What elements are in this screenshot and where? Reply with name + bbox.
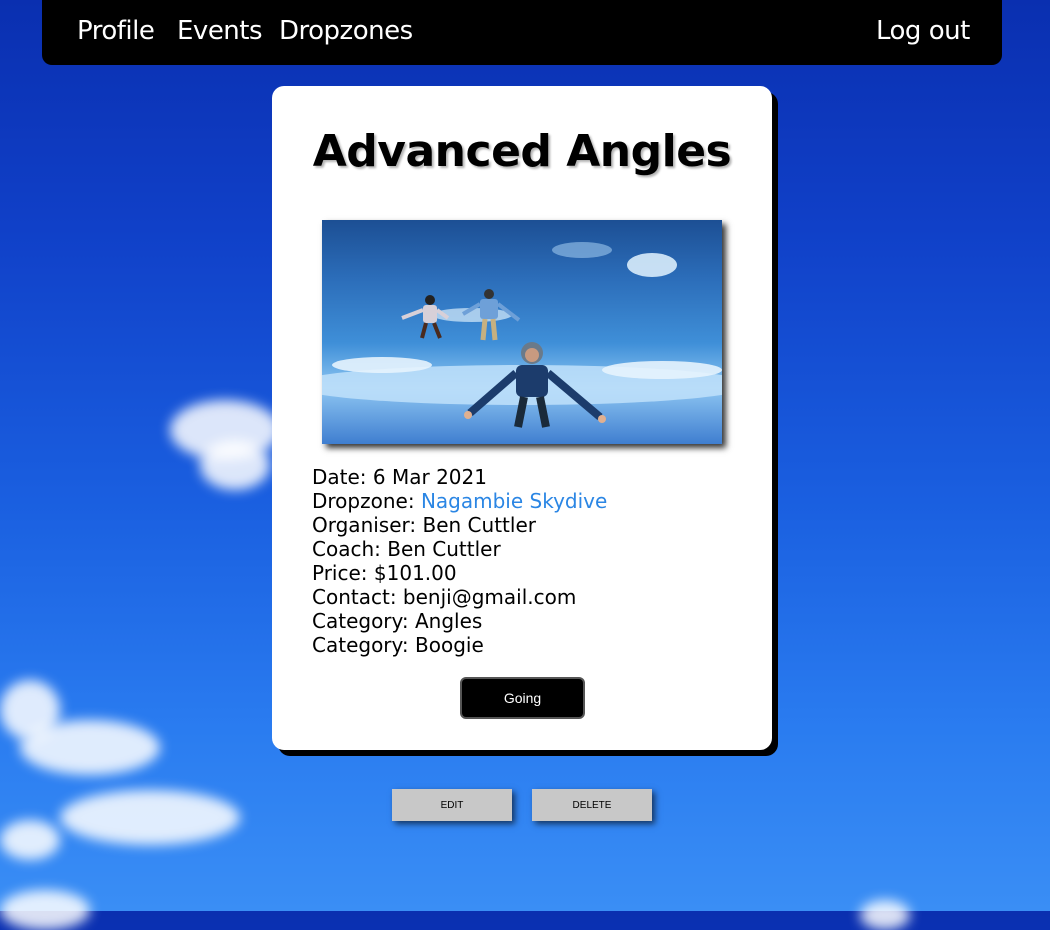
cloud	[60, 790, 240, 845]
skydivers-illustration	[322, 242, 722, 428]
category-label: Category:	[312, 633, 409, 657]
cloud	[20, 720, 160, 775]
category-value: Angles	[415, 609, 483, 633]
price-value: $101.00	[373, 561, 457, 585]
top-navbar: Profile Events Dropzones Log out	[42, 0, 1002, 65]
organiser-row: Organiser: Ben Cuttler	[312, 513, 607, 537]
coach-value: Ben Cuttler	[387, 537, 501, 561]
delete-button[interactable]: DELETE	[532, 789, 652, 821]
nav-dropzones-link[interactable]: Dropzones	[279, 16, 413, 46]
edit-button[interactable]: EDIT	[392, 789, 512, 821]
event-title: Advanced Angles	[312, 126, 732, 177]
coach-row: Coach: Ben Cuttler	[312, 537, 607, 561]
category-row: Category: Boogie	[312, 633, 607, 657]
cloud	[0, 820, 60, 860]
cloud	[200, 440, 270, 490]
cloud	[860, 900, 910, 930]
cloud	[0, 890, 90, 930]
date-value: 6 Mar 2021	[372, 465, 487, 489]
contact-value: benji@gmail.com	[402, 585, 577, 609]
category-row: Category: Angles	[312, 609, 607, 633]
dropzone-link[interactable]: Nagambie Skydive	[421, 489, 607, 513]
price-label: Price:	[312, 561, 368, 585]
coach-label: Coach:	[312, 537, 381, 561]
dropzone-label: Dropzone:	[312, 489, 415, 513]
dropzone-row: Dropzone: Nagambie Skydive	[312, 489, 607, 513]
event-details: Date: 6 Mar 2021 Dropzone: Nagambie Skyd…	[312, 465, 607, 657]
contact-row: Contact: benji@gmail.com	[312, 585, 607, 609]
event-card: Advanced Angles Date: 6 Mar 2021 Dropzon…	[272, 86, 772, 750]
organiser-label: Organiser:	[312, 513, 417, 537]
contact-label: Contact:	[312, 585, 397, 609]
category-value: Boogie	[415, 633, 484, 657]
going-button[interactable]: Going	[460, 677, 585, 719]
nav-events-link[interactable]: Events	[177, 16, 263, 46]
event-image	[322, 220, 722, 444]
organiser-value: Ben Cuttler	[422, 513, 536, 537]
logout-link[interactable]: Log out	[876, 16, 970, 46]
nav-profile-link[interactable]: Profile	[77, 16, 155, 46]
category-label: Category:	[312, 609, 409, 633]
date-row: Date: 6 Mar 2021	[312, 465, 607, 489]
date-label: Date:	[312, 465, 367, 489]
price-row: Price: $101.00	[312, 561, 607, 585]
